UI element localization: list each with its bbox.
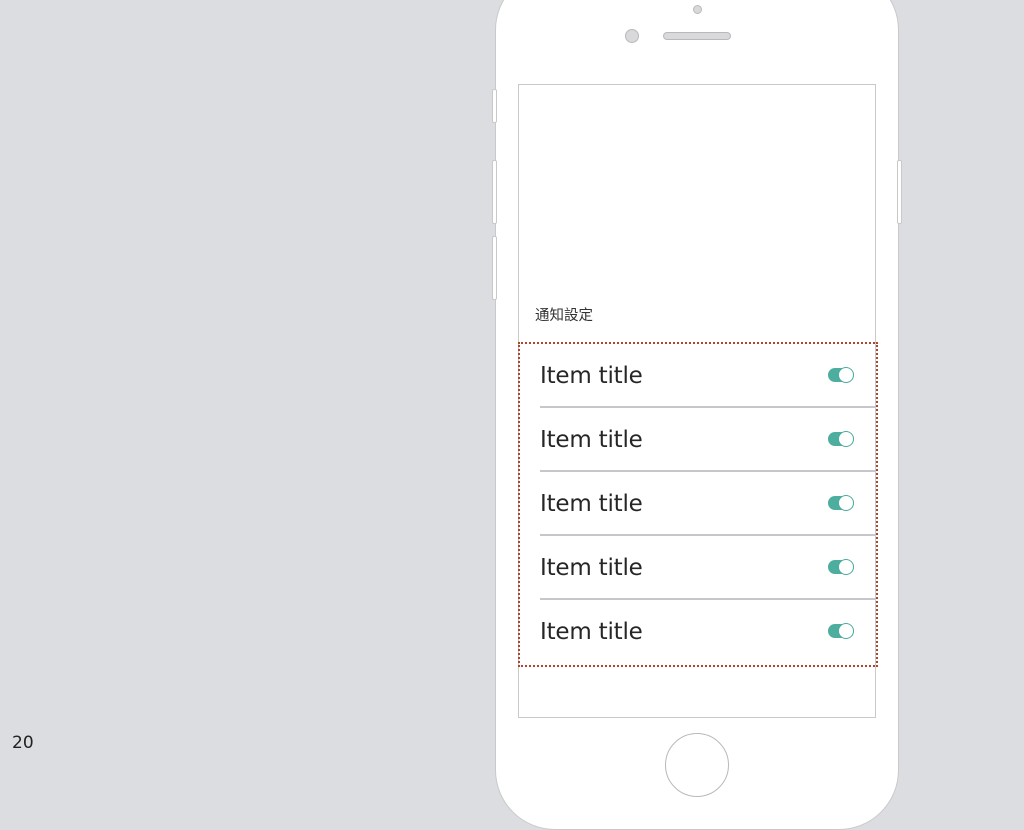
section-label: 通知設定 bbox=[535, 308, 593, 324]
toggle-switch[interactable] bbox=[828, 494, 854, 512]
item-title: Item title bbox=[540, 555, 643, 581]
toggle-thumb bbox=[838, 559, 854, 575]
list-item: Item title bbox=[520, 472, 876, 536]
toggle-switch[interactable] bbox=[828, 430, 854, 448]
list-item: Item title bbox=[520, 536, 876, 600]
earpiece-speaker bbox=[663, 32, 731, 40]
page-number: 20 bbox=[12, 733, 34, 753]
list-item: Item title bbox=[520, 600, 876, 664]
notification-settings-list: Item title Item title Item title Item ti… bbox=[518, 342, 878, 667]
toggle-switch[interactable] bbox=[828, 622, 854, 640]
toggle-thumb bbox=[838, 495, 854, 511]
toggle-thumb bbox=[838, 431, 854, 447]
toggle-switch[interactable] bbox=[828, 558, 854, 576]
proximity-sensor bbox=[693, 5, 702, 14]
list-item: Item title bbox=[520, 344, 876, 408]
phone-screen: 通知設定 Item title Item title Item title It… bbox=[518, 84, 878, 718]
toggle-thumb bbox=[838, 367, 854, 383]
phone-side-button-mute bbox=[492, 89, 497, 123]
item-title: Item title bbox=[540, 363, 643, 389]
home-button[interactable] bbox=[665, 733, 729, 797]
toggle-switch[interactable] bbox=[828, 366, 854, 384]
front-camera-icon bbox=[625, 29, 639, 43]
list-item: Item title bbox=[520, 408, 876, 472]
phone-side-button-power bbox=[897, 160, 902, 224]
item-title: Item title bbox=[540, 619, 643, 645]
phone-side-button-volume-down bbox=[492, 236, 497, 300]
toggle-thumb bbox=[838, 623, 854, 639]
item-title: Item title bbox=[540, 491, 643, 517]
phone-side-button-volume-up bbox=[492, 160, 497, 224]
item-title: Item title bbox=[540, 427, 643, 453]
